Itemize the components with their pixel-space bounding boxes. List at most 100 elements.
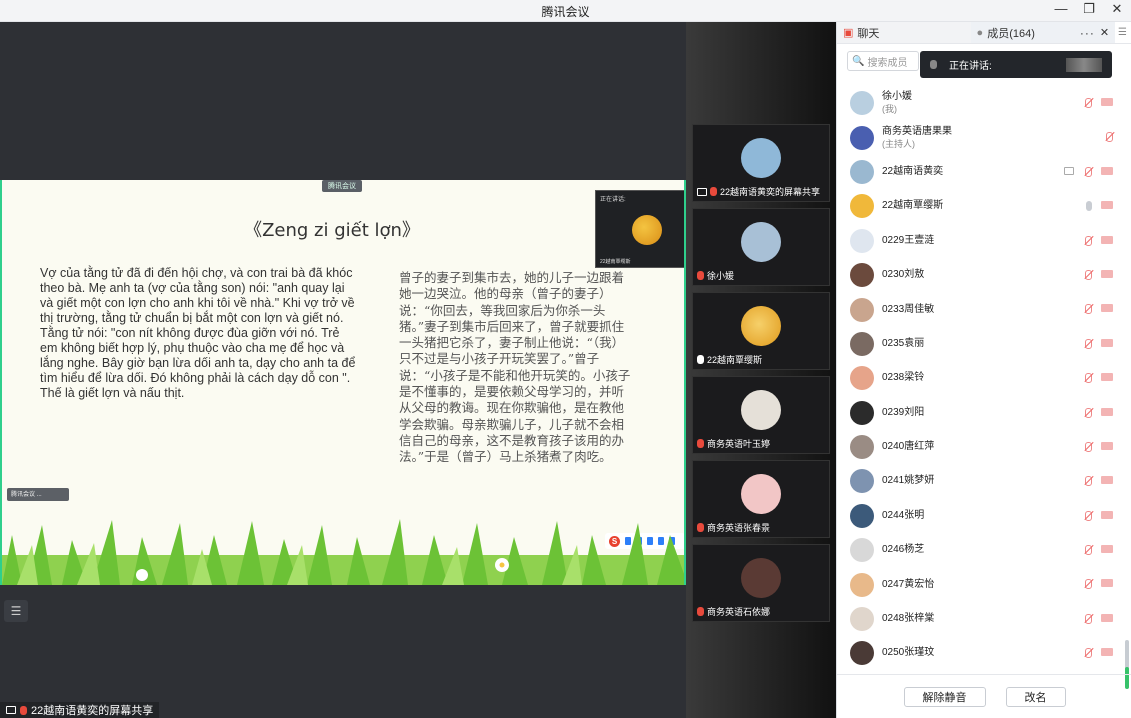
restore-icon[interactable]: ❐ <box>1081 1 1097 17</box>
mic-muted-icon[interactable] <box>1083 579 1092 590</box>
camera-off-icon[interactable] <box>1101 407 1113 416</box>
mic-muted-icon[interactable] <box>1083 613 1092 624</box>
chat-icon: ▣ <box>843 27 854 39</box>
mic-muted-icon[interactable] <box>1083 441 1092 452</box>
rename-button[interactable]: 改名 <box>1005 686 1066 707</box>
avatar <box>850 228 874 253</box>
member-row[interactable]: 0246杨芝 <box>837 533 1127 567</box>
vietnamese-text: Vợ của tằng tử đã đi đến hội chợ, và con… <box>40 266 356 400</box>
camera-off-icon[interactable] <box>1101 373 1113 382</box>
shared-screen-stage: 腾讯会议 《Zeng zi giết lợn》 Vợ của tằng tử đ… <box>0 22 686 718</box>
camera-off-icon[interactable] <box>1101 476 1113 485</box>
tile-caption: 徐小媛 <box>707 271 735 281</box>
video-tile[interactable]: 商务英语叶玉婷 <box>692 376 830 454</box>
video-tile[interactable]: 徐小媛 <box>692 208 830 286</box>
mic-muted-icon[interactable] <box>1083 338 1092 349</box>
camera-off-icon[interactable] <box>1101 166 1113 175</box>
member-row[interactable]: 0229王壹涟 <box>837 224 1127 258</box>
panel-menu-icon[interactable]: ☰ <box>1115 22 1131 43</box>
member-name: 0248张梓棠 <box>882 613 935 625</box>
unmute-button[interactable]: 解除静音 <box>903 686 986 707</box>
camera-off-icon[interactable] <box>1101 545 1113 554</box>
mic-muted-icon[interactable] <box>1083 476 1092 487</box>
more-icon[interactable]: ··· <box>1080 26 1095 40</box>
camera-off-icon[interactable] <box>1101 510 1113 519</box>
mic-muted-icon[interactable] <box>1083 269 1092 280</box>
member-row[interactable]: 0230刘敖 <box>837 258 1127 292</box>
chinese-text: 曾子的妻子到集市去，她的儿子一边跟着她一边哭泣。他的母亲（曾子的妻子）说：“你回… <box>399 270 631 465</box>
avatar <box>850 641 874 666</box>
mic-muted-icon[interactable] <box>1083 373 1092 384</box>
member-row[interactable]: 22越南语黄奕 <box>837 155 1127 189</box>
camera-off-icon[interactable] <box>1101 98 1113 106</box>
member-role: (我) <box>882 104 897 115</box>
member-row[interactable]: 22越南覃缨斯 <box>837 189 1127 223</box>
member-row[interactable]: 0248张梓棠 <box>837 602 1127 636</box>
speaker-mini-window: 正在讲话: 22越南覃缨斯 <box>595 190 684 268</box>
tab-chat-label: 聊天 <box>857 27 880 40</box>
member-name: 0244张明 <box>882 509 925 521</box>
avatar <box>850 159 874 184</box>
slide-title: 《Zeng zi giết lợn》 <box>244 220 420 241</box>
tab-members[interactable]: ● 成员(164) ··· ✕ <box>970 22 1116 43</box>
member-row[interactable]: 0244张明 <box>837 499 1127 533</box>
camera-off-icon[interactable] <box>1101 338 1113 347</box>
mic-muted-icon[interactable] <box>1083 510 1092 521</box>
close-icon[interactable]: ✕ <box>1100 26 1109 40</box>
camera-off-icon[interactable] <box>1101 201 1113 210</box>
video-tile-column: 22越南语黄奕的屏幕共享 徐小媛 22越南覃缨斯 商务英语叶玉婷 商务英语张春景 <box>686 22 836 718</box>
member-row[interactable]: 0239刘阳 <box>837 396 1127 430</box>
tile-avatar <box>741 390 781 430</box>
close-icon[interactable]: ✕ <box>1109 1 1125 17</box>
slide-tag: 腾讯会议 <box>322 180 362 192</box>
member-search-input[interactable]: 🔍 搜索成员 <box>847 51 919 71</box>
camera-off-icon[interactable] <box>1101 648 1113 657</box>
video-tile[interactable]: 商务英语张春景 <box>692 460 830 538</box>
member-row[interactable]: 0250张瑾玟 <box>837 636 1127 670</box>
avatar <box>850 503 874 528</box>
mic-muted-icon[interactable] <box>1083 235 1092 246</box>
member-row[interactable]: 商务英语唐果果 (主持人) <box>837 120 1127 154</box>
member-row[interactable]: 0235袁丽 <box>837 327 1127 361</box>
participant-list-icon[interactable]: ☰ <box>4 600 28 622</box>
avatar <box>850 538 874 563</box>
speaking-label: 正在讲话: <box>949 61 992 72</box>
avatar <box>850 400 874 425</box>
mic-muted-icon[interactable] <box>1104 132 1113 143</box>
tab-chat[interactable]: ▣ 聊天 <box>837 22 971 43</box>
mic-muted-icon <box>930 60 937 69</box>
shared-slide: 腾讯会议 《Zeng zi giết lợn》 Vợ của tằng tử đ… <box>0 180 686 585</box>
camera-off-icon[interactable] <box>1101 579 1113 588</box>
member-row[interactable]: 徐小媛 (我) <box>837 86 1127 120</box>
member-name: 商务英语唐果果 <box>882 125 952 137</box>
member-row[interactable]: 0233周佳敏 <box>837 292 1127 326</box>
search-placeholder: 搜索成员 <box>867 57 908 69</box>
mic-muted-icon[interactable] <box>1083 98 1092 108</box>
mic-muted-icon <box>697 607 704 616</box>
avatar <box>850 572 874 597</box>
member-row[interactable]: 0238梁铃 <box>837 361 1127 395</box>
tile-avatar <box>741 138 781 178</box>
mic-muted-icon[interactable] <box>1083 166 1092 177</box>
search-icon: 🔍 <box>852 55 865 67</box>
mic-on-icon[interactable] <box>1086 201 1092 212</box>
video-tile[interactable]: 商务英语石依娜 <box>692 544 830 622</box>
camera-off-icon[interactable] <box>1101 613 1113 622</box>
mic-muted-icon[interactable] <box>1083 648 1092 659</box>
member-row[interactable]: 0241姚梦妍 <box>837 464 1127 498</box>
minimize-icon[interactable]: — <box>1053 1 1069 17</box>
mic-muted-icon[interactable] <box>1083 407 1092 418</box>
mic-muted-icon[interactable] <box>1083 545 1092 556</box>
slide-toolbar[interactable]: 腾讯会议 ... <box>7 488 69 501</box>
mic-muted-icon[interactable] <box>1083 304 1092 315</box>
camera-off-icon[interactable] <box>1101 235 1113 244</box>
speaking-indicator: 正在讲话: <box>920 51 1112 78</box>
video-tile[interactable]: 22越南语黄奕的屏幕共享 <box>692 124 830 202</box>
member-row[interactable]: 0240唐红萍 <box>837 430 1127 464</box>
member-row[interactable]: 0247黄宏怡 <box>837 567 1127 601</box>
camera-off-icon[interactable] <box>1101 441 1113 450</box>
share-caption-text: 22越南语黄奕的屏幕共享 <box>31 705 154 717</box>
camera-off-icon[interactable] <box>1101 304 1113 313</box>
video-tile[interactable]: 22越南覃缨斯 <box>692 292 830 370</box>
camera-off-icon[interactable] <box>1101 269 1113 278</box>
